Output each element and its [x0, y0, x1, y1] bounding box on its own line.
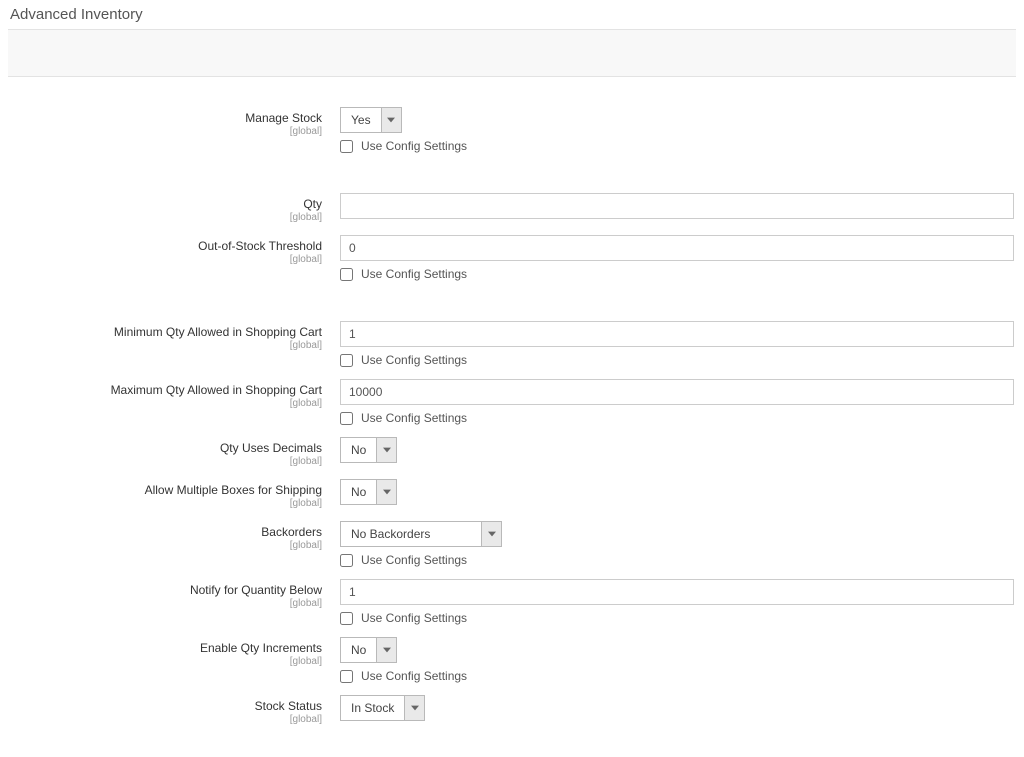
multi-boxes-label: Allow Multiple Boxes for Shipping	[145, 483, 322, 497]
backorders-config-row[interactable]: Use Config Settings	[340, 553, 1014, 567]
qty-decimals-label: Qty Uses Decimals	[220, 441, 322, 455]
qty-incr-value: No	[341, 638, 376, 662]
config-label: Use Config Settings	[361, 353, 467, 367]
notify-below-label: Notify for Quantity Below	[190, 583, 322, 597]
max-qty-label: Maximum Qty Allowed in Shopping Cart	[111, 383, 322, 397]
config-label: Use Config Settings	[361, 411, 467, 425]
scope-label: [global]	[10, 456, 322, 467]
scope-label: [global]	[10, 714, 322, 725]
scope-label: [global]	[10, 498, 322, 509]
config-label: Use Config Settings	[361, 267, 467, 281]
multi-boxes-select[interactable]: No	[340, 479, 397, 505]
advanced-inventory-form: Manage Stock [global] Yes Use Config Set…	[0, 77, 1024, 757]
config-label: Use Config Settings	[361, 139, 467, 153]
chevron-down-icon	[376, 480, 396, 504]
qty-decimals-value: No	[341, 438, 376, 462]
max-qty-config-checkbox[interactable]	[340, 412, 353, 425]
scope-label: [global]	[10, 540, 322, 551]
qty-input[interactable]	[340, 193, 1014, 219]
min-qty-config-checkbox[interactable]	[340, 354, 353, 367]
chevron-down-icon	[381, 108, 401, 132]
notify-below-input[interactable]	[340, 579, 1014, 605]
qty-incr-label: Enable Qty Increments	[200, 641, 322, 655]
stock-status-select[interactable]: In Stock	[340, 695, 425, 721]
config-label: Use Config Settings	[361, 611, 467, 625]
backorders-config-checkbox[interactable]	[340, 554, 353, 567]
oos-threshold-input[interactable]	[340, 235, 1014, 261]
scope-label: [global]	[10, 212, 322, 223]
chevron-down-icon	[404, 696, 424, 720]
oos-threshold-label: Out-of-Stock Threshold	[198, 239, 322, 253]
stock-status-value: In Stock	[341, 696, 404, 720]
notify-below-config-checkbox[interactable]	[340, 612, 353, 625]
oos-threshold-config-checkbox[interactable]	[340, 268, 353, 281]
qty-incr-config-checkbox[interactable]	[340, 670, 353, 683]
page-title: Advanced Inventory	[0, 0, 1024, 29]
header-band	[8, 29, 1016, 77]
multi-boxes-value: No	[341, 480, 376, 504]
notify-below-config-row[interactable]: Use Config Settings	[340, 611, 1014, 625]
config-label: Use Config Settings	[361, 553, 467, 567]
scope-label: [global]	[10, 656, 322, 667]
scope-label: [global]	[10, 340, 322, 351]
qty-decimals-select[interactable]: No	[340, 437, 397, 463]
scope-label: [global]	[10, 126, 322, 137]
backorders-select[interactable]: No Backorders	[340, 521, 502, 547]
qty-incr-config-row[interactable]: Use Config Settings	[340, 669, 1014, 683]
oos-threshold-config-row[interactable]: Use Config Settings	[340, 267, 1014, 281]
min-qty-label: Minimum Qty Allowed in Shopping Cart	[114, 325, 322, 339]
manage-stock-config-row[interactable]: Use Config Settings	[340, 139, 1014, 153]
chevron-down-icon	[481, 522, 501, 546]
scope-label: [global]	[10, 398, 322, 409]
stock-status-label: Stock Status	[255, 699, 322, 713]
backorders-label: Backorders	[261, 525, 322, 539]
backorders-value: No Backorders	[341, 522, 481, 546]
manage-stock-label: Manage Stock	[245, 111, 322, 125]
min-qty-config-row[interactable]: Use Config Settings	[340, 353, 1014, 367]
scope-label: [global]	[10, 598, 322, 609]
max-qty-input[interactable]	[340, 379, 1014, 405]
config-label: Use Config Settings	[361, 669, 467, 683]
qty-incr-select[interactable]: No	[340, 637, 397, 663]
chevron-down-icon	[376, 638, 396, 662]
min-qty-input[interactable]	[340, 321, 1014, 347]
scope-label: [global]	[10, 254, 322, 265]
manage-stock-value: Yes	[341, 108, 381, 132]
chevron-down-icon	[376, 438, 396, 462]
qty-label: Qty	[303, 197, 322, 211]
manage-stock-select[interactable]: Yes	[340, 107, 402, 133]
manage-stock-config-checkbox[interactable]	[340, 140, 353, 153]
max-qty-config-row[interactable]: Use Config Settings	[340, 411, 1014, 425]
